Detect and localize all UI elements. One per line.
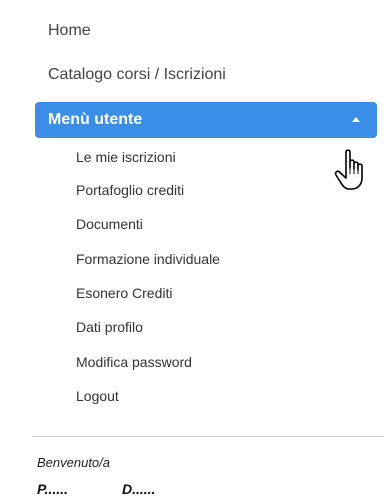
- nav-item-home[interactable]: Home: [48, 22, 91, 40]
- submenu-item-iscrizioni[interactable]: Le mie iscrizioni: [76, 149, 176, 165]
- submenu-item-dati-profilo[interactable]: Dati profilo: [76, 319, 143, 335]
- submenu-item-modifica-password[interactable]: Modifica password: [76, 354, 192, 370]
- user-first-name: P......: [37, 481, 68, 497]
- submenu-item-logout[interactable]: Logout: [76, 388, 119, 404]
- submenu-item-esonero-crediti[interactable]: Esonero Crediti: [76, 285, 173, 301]
- user-last-name: D......: [122, 481, 156, 497]
- user-menu-header[interactable]: Menù utente: [35, 102, 377, 138]
- divider: [32, 436, 384, 437]
- submenu-item-portafoglio-crediti[interactable]: Portafoglio crediti: [76, 182, 184, 198]
- welcome-text: Benvenuto/a: [37, 455, 111, 470]
- nav-item-catalog[interactable]: Catalogo corsi / Iscrizioni: [48, 66, 226, 84]
- submenu-item-formazione-individuale[interactable]: Formazione individuale: [76, 251, 220, 267]
- hand-pointer-icon: [334, 149, 363, 190]
- submenu-item-documenti[interactable]: Documenti: [76, 216, 143, 232]
- user-menu-label: Menù utente: [48, 111, 143, 128]
- caret-up-icon: [352, 117, 360, 122]
